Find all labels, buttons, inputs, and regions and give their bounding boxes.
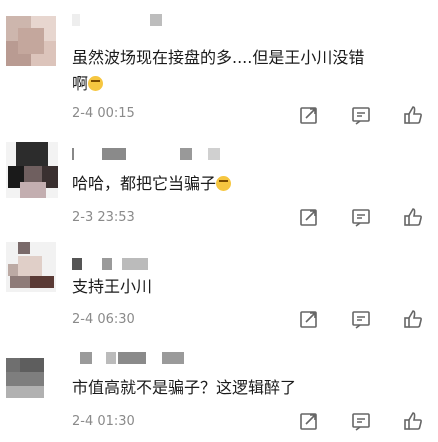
avatar[interactable]	[6, 358, 44, 398]
comment-item: 支持王小川 2-4 06:30	[0, 228, 438, 332]
comment-timestamp: 2-4 06:30	[72, 312, 135, 327]
thumbs-up-icon[interactable]	[402, 104, 424, 126]
comment-text: 虽然波场现在接盘的多....但是王小川没错 啊	[72, 48, 365, 93]
comment-item: 市值高就不是骗子？这逻辑醉了 2-4 01:30	[0, 332, 438, 442]
thumbs-up-icon[interactable]	[402, 206, 424, 228]
share-icon[interactable]	[298, 104, 320, 126]
avatar[interactable]	[6, 142, 58, 198]
comment-icon[interactable]	[350, 206, 372, 228]
comment-timestamp: 2-3 23:53	[72, 210, 135, 225]
comment-item: 哈哈，都把它当骗子 2-3 23:53	[0, 132, 438, 228]
comment-timestamp: 2-4 00:15	[72, 106, 135, 121]
comment-timestamp: 2-4 01:30	[72, 414, 135, 429]
comment-actions	[298, 206, 424, 228]
comment-text: 哈哈，都把它当骗子	[72, 171, 232, 197]
comment-text: 支持王小川	[72, 277, 153, 296]
share-icon[interactable]	[298, 206, 320, 228]
avatar[interactable]	[6, 16, 56, 66]
comment-icon[interactable]	[350, 104, 372, 126]
share-icon[interactable]	[298, 410, 320, 432]
thumbs-up-icon[interactable]	[402, 308, 424, 330]
thumbs-up-icon[interactable]	[402, 410, 424, 432]
comment-actions	[298, 410, 424, 432]
comment-actions	[298, 104, 424, 126]
laughing-emoji	[216, 176, 232, 191]
comment-text: 市值高就不是骗子？这逻辑醉了	[72, 378, 297, 397]
share-icon[interactable]	[298, 308, 320, 330]
comment-icon[interactable]	[350, 410, 372, 432]
comment-icon[interactable]	[350, 308, 372, 330]
comment-actions	[298, 308, 424, 330]
avatar[interactable]	[6, 242, 56, 292]
laughing-tears-emoji	[88, 76, 104, 91]
comment-item: 虽然波场现在接盘的多....但是王小川没错 啊 2-4 00:15	[0, 0, 438, 132]
